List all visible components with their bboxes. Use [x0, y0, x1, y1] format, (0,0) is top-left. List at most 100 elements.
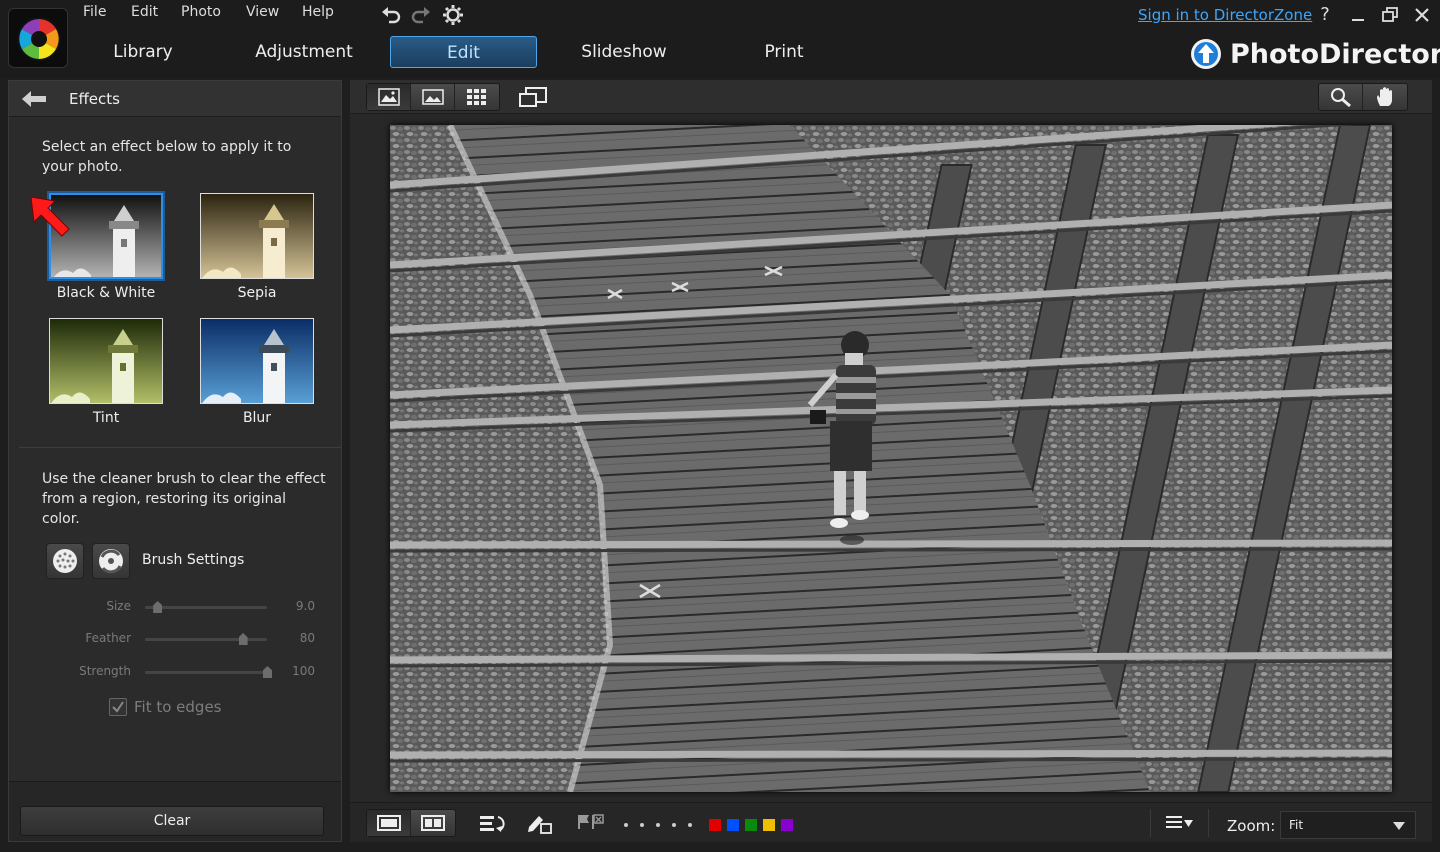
- slider-label: Feather: [85, 631, 131, 645]
- effects-instruction: Select an effect below to apply it to yo…: [42, 139, 292, 175]
- tab-slideshow[interactable]: Slideshow: [572, 36, 676, 68]
- compare-button[interactable]: [411, 810, 455, 836]
- navigation-tools-group: [1318, 83, 1408, 111]
- size-slider-row: Size 9.0: [9, 597, 341, 617]
- zoom-value: Fit: [1289, 818, 1304, 832]
- magnifier-icon: [1330, 88, 1351, 107]
- flag-icon[interactable]: [576, 813, 606, 833]
- menu-help[interactable]: Help: [302, 4, 334, 20]
- single-frame-icon: [376, 815, 401, 831]
- effect-thumbnail[interactable]: [49, 318, 163, 404]
- effect-thumbnail[interactable]: [200, 318, 314, 404]
- sort-list-icon[interactable]: [1164, 813, 1194, 833]
- size-slider[interactable]: [145, 601, 267, 613]
- cleaner-brush-button[interactable]: [46, 543, 84, 579]
- feather-slider[interactable]: [145, 633, 267, 645]
- slider-label: Size: [106, 599, 131, 613]
- minimize-icon[interactable]: [1347, 4, 1369, 26]
- single-photo-button[interactable]: [367, 810, 411, 836]
- menu-edit[interactable]: Edit: [131, 4, 158, 20]
- help-button[interactable]: ?: [1314, 4, 1336, 26]
- eraser-icon: [99, 549, 123, 574]
- effect-label: Sepia: [237, 285, 277, 301]
- menu-photo[interactable]: Photo: [181, 4, 221, 20]
- undo-icon[interactable]: [380, 4, 402, 26]
- menu-view[interactable]: View: [246, 4, 279, 20]
- zoom-tool-button[interactable]: [1319, 84, 1363, 110]
- fit-to-edges-checkbox[interactable]: [109, 698, 127, 716]
- bottom-toolbar: Zoom: Fit: [350, 802, 1432, 842]
- compare-mode-group: [366, 809, 456, 837]
- tab-library[interactable]: Library: [98, 36, 188, 68]
- color-tag-red[interactable]: [709, 819, 721, 831]
- effect-label: Tint: [92, 410, 120, 426]
- viewer-toolbar: [350, 80, 1432, 114]
- external-display-icon[interactable]: [518, 86, 548, 108]
- strength-slider[interactable]: [145, 666, 272, 678]
- red-pointer-arrow-icon: [30, 196, 70, 237]
- eraser-brush-button[interactable]: [92, 543, 130, 579]
- gear-icon[interactable]: [442, 4, 464, 26]
- zoom-dropdown[interactable]: Fit: [1280, 811, 1416, 839]
- tab-print[interactable]: Print: [750, 36, 818, 68]
- slider-handle[interactable]: [263, 666, 272, 678]
- upload-arrow-icon[interactable]: [1190, 38, 1222, 70]
- pan-tool-button[interactable]: [1363, 84, 1407, 110]
- menu-file[interactable]: File: [83, 4, 106, 20]
- rating-star-dot[interactable]: [672, 823, 676, 827]
- rating-star-dot[interactable]: [656, 823, 660, 827]
- slider-handle[interactable]: [153, 601, 163, 613]
- divider: [1150, 809, 1151, 837]
- slider-value: 100: [292, 664, 315, 678]
- checkmark-icon: [112, 701, 124, 713]
- close-icon[interactable]: [1411, 4, 1433, 26]
- aperture-icon: [17, 17, 61, 61]
- chevron-down-icon: [1393, 822, 1405, 830]
- slider-value: 9.0: [295, 599, 315, 613]
- fit-to-edges-label[interactable]: Fit to edges: [134, 698, 222, 716]
- photo-image: [390, 125, 1392, 792]
- hand-icon: [1377, 87, 1392, 106]
- brand: PhotoDirector: [1190, 36, 1440, 72]
- restore-icon[interactable]: [1379, 4, 1401, 26]
- effect-sepia[interactable]: Sepia: [198, 193, 316, 301]
- rotate-list-icon[interactable]: [478, 813, 508, 835]
- pen-edit-icon[interactable]: [526, 813, 554, 835]
- brush-settings-label: Brush Settings: [142, 552, 245, 568]
- color-tag-yellow[interactable]: [763, 819, 775, 831]
- brand-name: PhotoDirector: [1230, 38, 1440, 70]
- slider-value: 80: [299, 631, 315, 645]
- slider-handle[interactable]: [238, 633, 248, 645]
- color-tag-purple[interactable]: [781, 819, 793, 831]
- cleaner-instruction: Use the cleaner brush to clear the effec…: [42, 471, 326, 527]
- color-tag-green[interactable]: [745, 819, 757, 831]
- rating-star-dot[interactable]: [640, 823, 644, 827]
- effect-tint[interactable]: Tint: [47, 318, 165, 426]
- effect-label: Blur: [242, 410, 272, 426]
- title-bar: File Edit Photo View Help Sign in to Dir…: [0, 0, 1440, 78]
- color-tag-blue[interactable]: [727, 819, 739, 831]
- rating-star-dot[interactable]: [688, 823, 692, 827]
- panel-footer: Clear: [9, 781, 341, 841]
- grid-view-button[interactable]: [455, 84, 499, 110]
- sign-in-link[interactable]: Sign in to DirectorZone: [1138, 6, 1312, 24]
- back-arrow-icon[interactable]: [21, 90, 47, 108]
- image-with-strip-icon: [377, 88, 400, 106]
- tab-adjustment[interactable]: Adjustment: [250, 36, 358, 68]
- single-view-button[interactable]: [367, 84, 411, 110]
- panel-title: Effects: [69, 90, 120, 108]
- clear-button[interactable]: Clear: [20, 806, 324, 836]
- rating-star-dot[interactable]: [624, 823, 628, 827]
- effect-thumbnail[interactable]: [200, 193, 314, 279]
- app-logo[interactable]: [8, 8, 68, 68]
- strength-slider-row: Strength 100: [9, 662, 341, 682]
- effect-label: Black & White: [56, 285, 156, 301]
- tab-edit[interactable]: Edit: [390, 36, 537, 68]
- fullscreen-view-button[interactable]: [411, 84, 455, 110]
- side-by-side-icon: [421, 815, 445, 831]
- photo-canvas[interactable]: [390, 125, 1392, 792]
- effect-blur[interactable]: Blur: [198, 318, 316, 426]
- redo-icon[interactable]: [410, 4, 432, 26]
- feather-slider-row: Feather 80: [9, 629, 341, 649]
- zoom-label: Zoom:: [1227, 817, 1276, 835]
